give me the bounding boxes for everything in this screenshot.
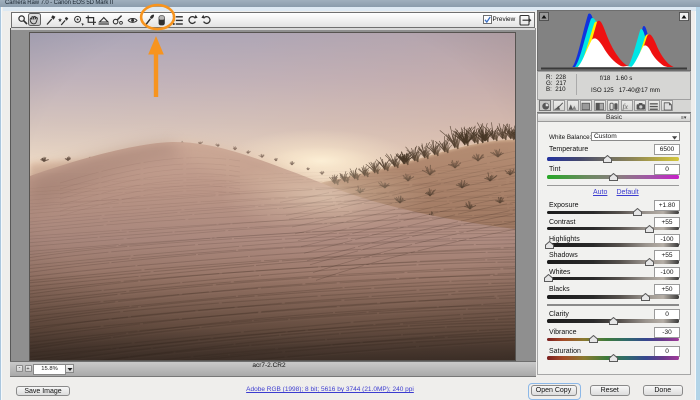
svg-text:fx: fx <box>623 102 629 111</box>
